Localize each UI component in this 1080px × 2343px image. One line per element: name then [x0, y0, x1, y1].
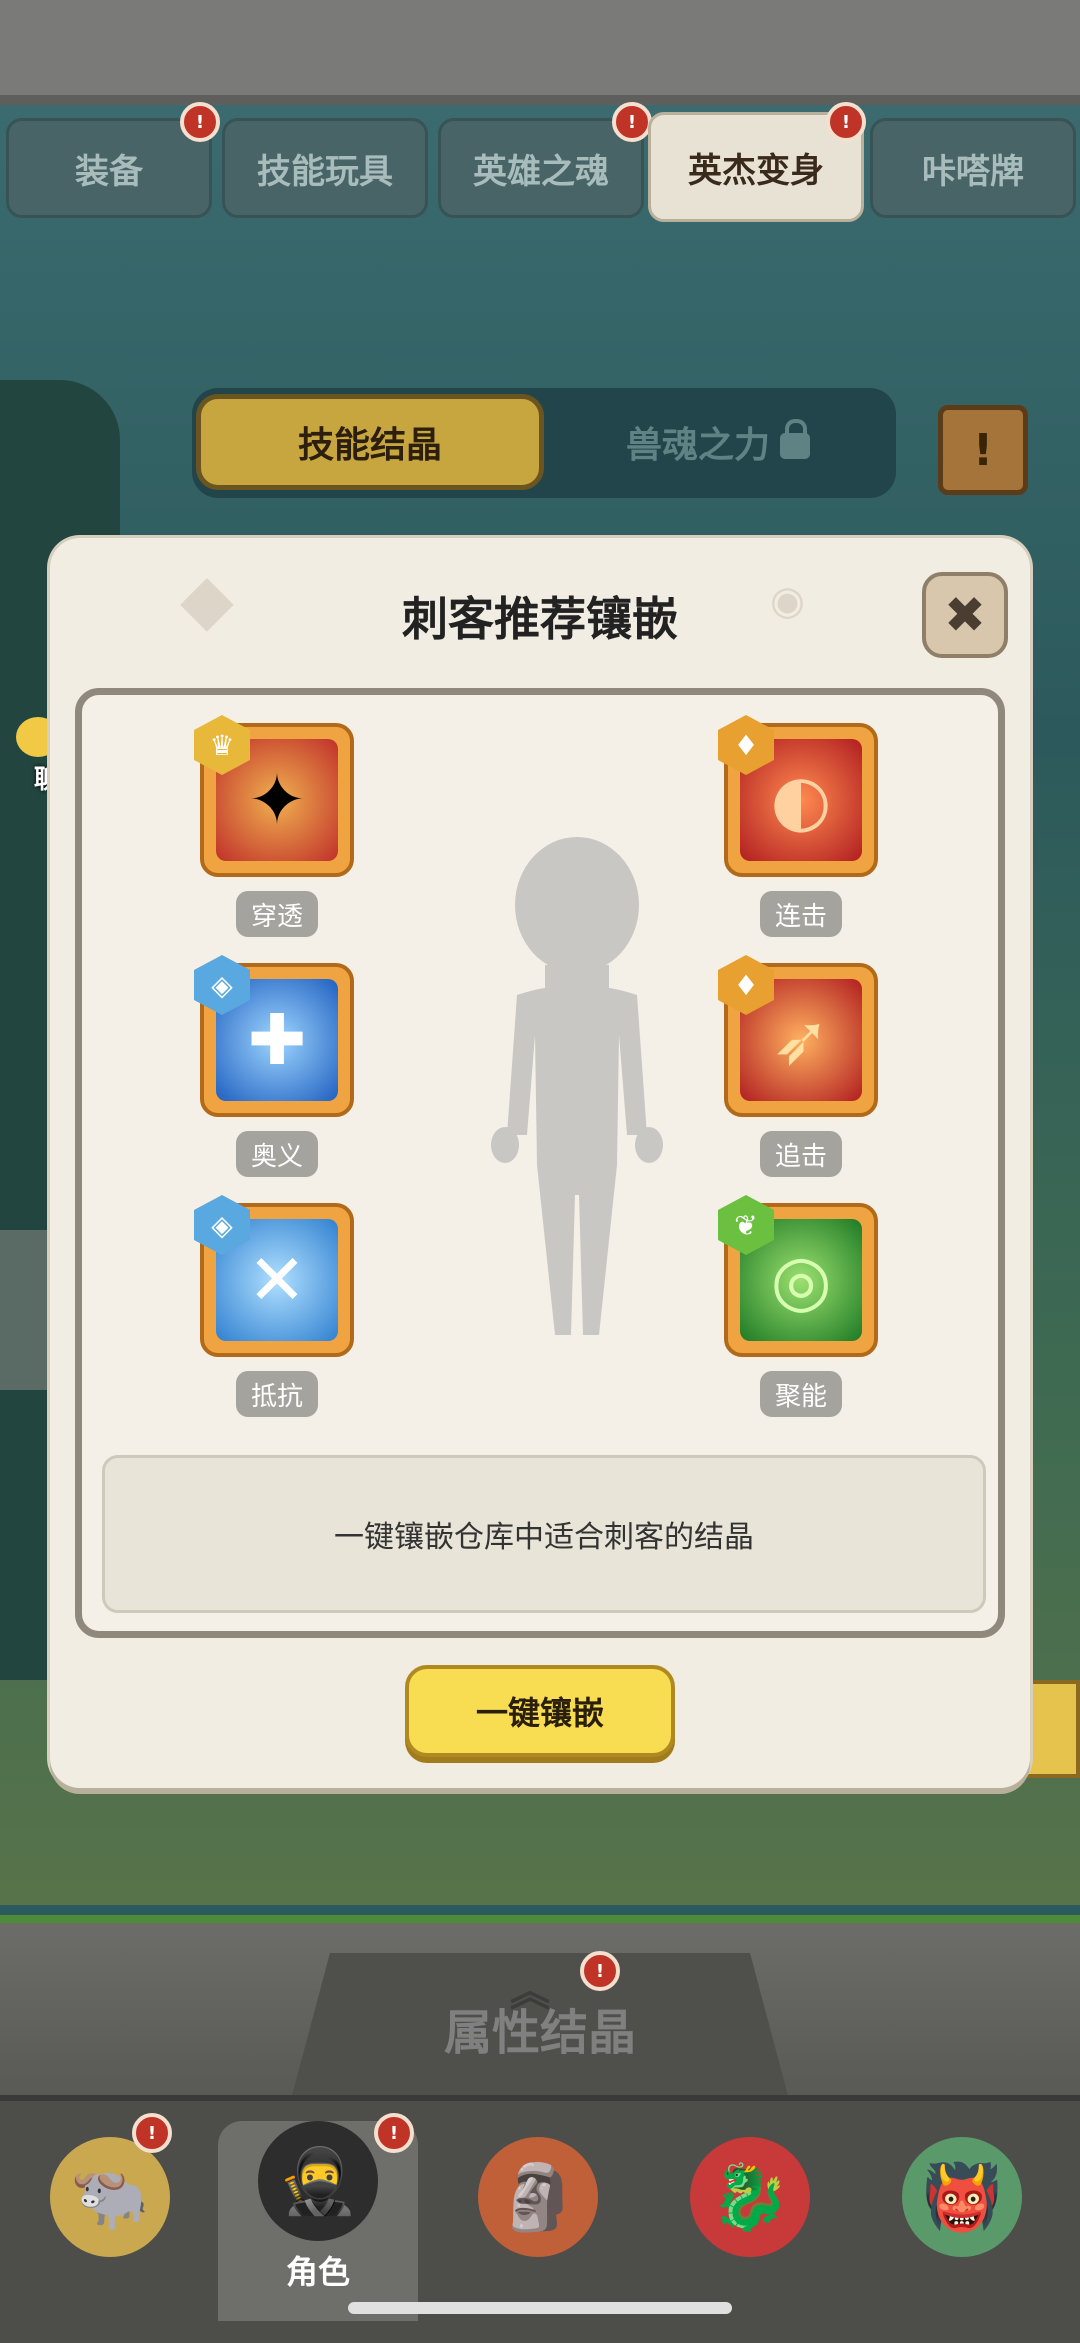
tab-equipment[interactable]: 装备	[6, 118, 212, 218]
notification-bell-icon: !	[826, 102, 866, 142]
one-click-inlay-button[interactable]: 一键镶嵌	[405, 1665, 675, 1757]
nav-hero-dragon[interactable]: 🐉	[650, 2121, 850, 2321]
tab-label: 技能玩具	[257, 151, 393, 192]
nav-label-role: 角色	[285, 2253, 350, 2291]
subtab-beast-soul[interactable]: 兽魂之力	[544, 394, 892, 490]
subtab-label: 技能结晶	[297, 425, 442, 466]
totem-hero-icon: 🗿	[478, 2137, 598, 2257]
gem-label: 奥义	[236, 1131, 318, 1177]
inlay-button-label: 一键镶嵌	[475, 1694, 604, 1732]
notice-board-icon[interactable]: !	[938, 405, 1028, 495]
gem-label: 连击	[760, 891, 842, 937]
tab-label: 英杰变身	[688, 150, 824, 191]
attribute-crystal-bar[interactable]: ︽ ! 属性结晶	[0, 1915, 1080, 2103]
nav-hero-tiki[interactable]: 👹	[862, 2121, 1062, 2321]
tab-hero-soul[interactable]: 英雄之魂	[438, 118, 644, 218]
sub-tab-toggle: 技能结晶 兽魂之力	[192, 388, 896, 498]
attribute-bar-label: 属性结晶	[443, 2005, 636, 2061]
close-button[interactable]: ✖	[922, 572, 1008, 658]
notification-bell-icon: !	[180, 102, 220, 142]
notification-bell-icon: !	[580, 1951, 620, 1991]
notification-bell-icon: !	[374, 2113, 414, 2153]
dialog-title: 刺客推荐镶嵌	[402, 592, 678, 646]
nav-hero-totem[interactable]: 🗿	[438, 2121, 638, 2321]
gem-label: 穿透	[236, 891, 318, 937]
lock-icon	[780, 419, 810, 459]
info-text-box: 一键镶嵌仓库中适合刺客的结晶	[102, 1455, 986, 1613]
top-tab-bar: 装备 ! 技能玩具 英雄之魂 ! 英杰变身 ! 咔嗒牌	[0, 102, 1080, 222]
gem-label: 追击	[760, 1131, 842, 1177]
tab-kada-card[interactable]: 咔嗒牌	[870, 118, 1076, 218]
gem-label: 抵抗	[236, 1371, 318, 1417]
tab-label: 咔嗒牌	[922, 151, 1024, 192]
home-indicator[interactable]	[348, 2302, 732, 2314]
subtab-skill-crystal[interactable]: 技能结晶	[196, 394, 544, 490]
tab-skill-toys[interactable]: 技能玩具	[222, 118, 428, 218]
yak-hero-icon: 🐃	[50, 2137, 170, 2257]
subtab-label: 兽魂之力	[625, 425, 770, 466]
character-silhouette	[491, 837, 663, 1335]
recommend-inlay-dialog: ◆ ◉ 刺客推荐镶嵌 ✖ ✦ ♛ 穿透 ✚ ◈ 奥义 ✕ ◈ 抵抗 ◐ ♦ 连击…	[50, 538, 1030, 1788]
top-backdrop	[0, 0, 1080, 100]
inlay-panel: ✦ ♛ 穿透 ✚ ◈ 奥义 ✕ ◈ 抵抗 ◐ ♦ 连击 ➶ ♦ 追击 ◎ ❦ 聚…	[75, 688, 1005, 1638]
tab-label: 装备	[75, 151, 143, 192]
notification-bell-icon: !	[132, 2113, 172, 2153]
gem-label: 聚能	[760, 1371, 842, 1417]
ninja-hero-icon: 🥷	[258, 2121, 378, 2241]
info-text: 一键镶嵌仓库中适合刺客的结晶	[334, 1520, 754, 1555]
tiki-hero-icon: 👹	[902, 2137, 1022, 2257]
notification-bell-icon: !	[612, 102, 652, 142]
tab-label: 英雄之魂	[473, 151, 609, 192]
dragon-hero-icon: 🐉	[690, 2137, 810, 2257]
close-icon: ✖	[944, 586, 986, 644]
nav-hero-yak[interactable]: 🐃	[10, 2121, 210, 2321]
